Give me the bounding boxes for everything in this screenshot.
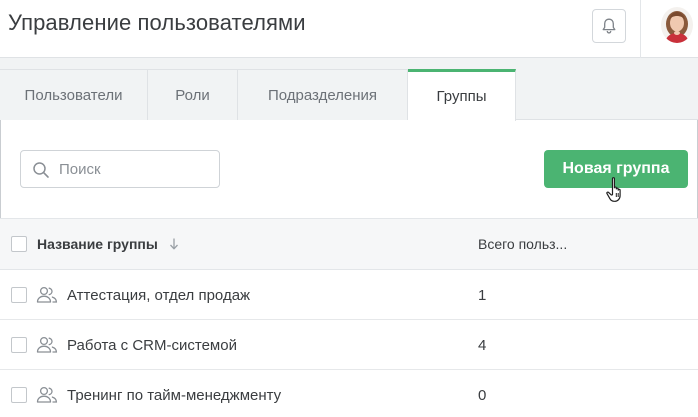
table-row[interactable]: Тренинг по тайм-менеджменту 0	[0, 370, 698, 417]
row-name[interactable]: Работа с CRM-системой	[67, 337, 237, 354]
row-checkbox[interactable]	[11, 387, 27, 403]
top-header: Управление пользователями	[0, 0, 698, 58]
header-divider	[640, 0, 641, 58]
row-name[interactable]: Тренинг по тайм-менеджменту	[67, 387, 281, 404]
tab-groups[interactable]: Группы	[408, 69, 516, 121]
table-row[interactable]: Работа с CRM-системой 4	[0, 320, 698, 370]
notifications-button[interactable]	[592, 9, 626, 43]
row-total: 1	[478, 287, 487, 304]
search-icon	[33, 162, 49, 178]
table-header: Название группы Всего польз...	[0, 218, 698, 270]
group-icon	[36, 286, 58, 303]
tab-roles[interactable]: Роли	[148, 69, 238, 120]
page-title: Управление пользователями	[8, 10, 306, 35]
search-input[interactable]	[59, 151, 214, 187]
row-total: 4	[478, 337, 487, 354]
tab-users[interactable]: Пользователи	[0, 69, 148, 120]
row-checkbox[interactable]	[11, 337, 27, 353]
group-icon	[36, 386, 58, 403]
row-checkbox[interactable]	[11, 287, 27, 303]
bell-icon	[602, 18, 616, 34]
avatar-image	[661, 7, 693, 43]
select-all-checkbox[interactable]	[11, 236, 27, 252]
table-row[interactable]: Аттестация, отдел продаж 1	[0, 270, 698, 320]
search-box[interactable]	[20, 150, 220, 188]
arrow-down-icon[interactable]	[168, 237, 180, 251]
tab-departments[interactable]: Подразделения	[238, 69, 408, 120]
row-name[interactable]: Аттестация, отдел продаж	[67, 287, 250, 304]
hand-pointer-icon	[606, 177, 621, 202]
row-total: 0	[478, 387, 487, 404]
group-icon	[36, 336, 58, 353]
column-header-name[interactable]: Название группы	[37, 236, 158, 252]
tab-bar: Пользователи Роли Подразделения Группы	[0, 69, 698, 121]
user-avatar[interactable]	[661, 7, 693, 43]
column-header-total[interactable]: Всего польз...	[478, 236, 567, 252]
